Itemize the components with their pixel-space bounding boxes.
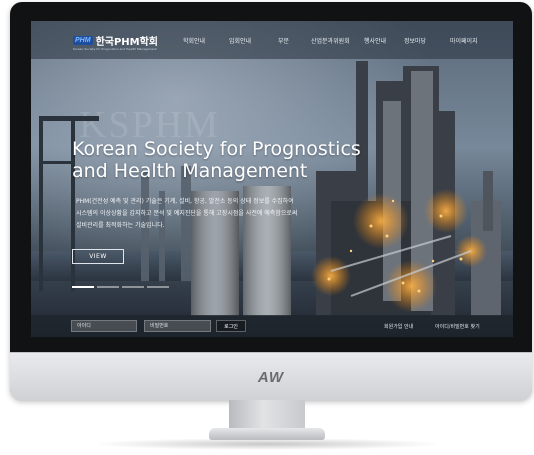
nav-item-division[interactable]: 부문 (278, 36, 289, 45)
slide-indicator-4[interactable] (147, 286, 169, 288)
phm-logo-icon: PHM (73, 36, 93, 45)
nav-item-industry-committee[interactable]: 산업분과위원회 (311, 36, 350, 45)
password-input[interactable] (144, 320, 211, 332)
nav-item-info[interactable]: 정보마당 (404, 36, 426, 45)
monitor-stand-neck (229, 400, 305, 430)
hero-description: PHM(건전성 예측 및 관리) 기술은 기계, 설비, 항공, 발전소 등의 … (76, 196, 346, 232)
logo-subtitle: Korean Society for Prognostics and Healt… (73, 47, 157, 51)
logo-text: 한국PHM학회 (95, 37, 159, 48)
signup-guide-link[interactable]: 회원가입 안내 (384, 323, 413, 330)
nav-item-membership[interactable]: 입회안내 (229, 36, 251, 45)
hero-desc-line1: PHM(건전성 예측 및 관리) 기술은 기계, 설비, 항공, 발전소 등의 … (76, 198, 294, 205)
find-id-password-link[interactable]: 아이디/비밀번호 찾기 (435, 323, 480, 330)
monitor-chin: AW (10, 352, 532, 401)
monitor-brand-logo: AW (257, 369, 285, 386)
top-nav-bar: PHM 한국PHM학회 Korean Society for Prognosti… (31, 21, 513, 59)
hero-title: Korean Society for Prognostics and Healt… (72, 138, 412, 182)
nav-item-about[interactable]: 학회안내 (183, 36, 205, 45)
nav-item-mypage[interactable]: 마이페이지 (450, 36, 478, 45)
nav-item-events[interactable]: 행사안내 (364, 36, 386, 45)
login-button[interactable]: 로그인 (216, 320, 246, 332)
slide-indicator-1[interactable] (72, 286, 94, 288)
hero-title-line1: Korean Society for Prognostics (72, 138, 361, 160)
user-id-input[interactable] (71, 320, 137, 332)
login-bar: 로그인 회원가입 안내 아이디/비밀번호 찾기 (31, 315, 513, 337)
hero-title-line2: and Health Management (72, 160, 308, 182)
slide-indicator-2[interactable] (97, 286, 119, 288)
hero-desc-line2: 시스템의 이상상황을 감지하고 분석 및 예지진단을 통해 고장시점을 사전에 … (76, 210, 298, 217)
hero-desc-line3: 설비관리를 최적화하는 기술입니다. (76, 222, 165, 229)
site-logo[interactable]: PHM 한국PHM학회 (73, 33, 158, 48)
slide-indicator-3[interactable] (122, 286, 144, 288)
view-button[interactable]: VIEW (72, 249, 124, 264)
slide-indicators (72, 286, 169, 288)
website-screen: KSPHM PHM 한국PHM학회 Korean Society for Pro… (31, 21, 513, 337)
monitor-stand-base (209, 428, 325, 440)
